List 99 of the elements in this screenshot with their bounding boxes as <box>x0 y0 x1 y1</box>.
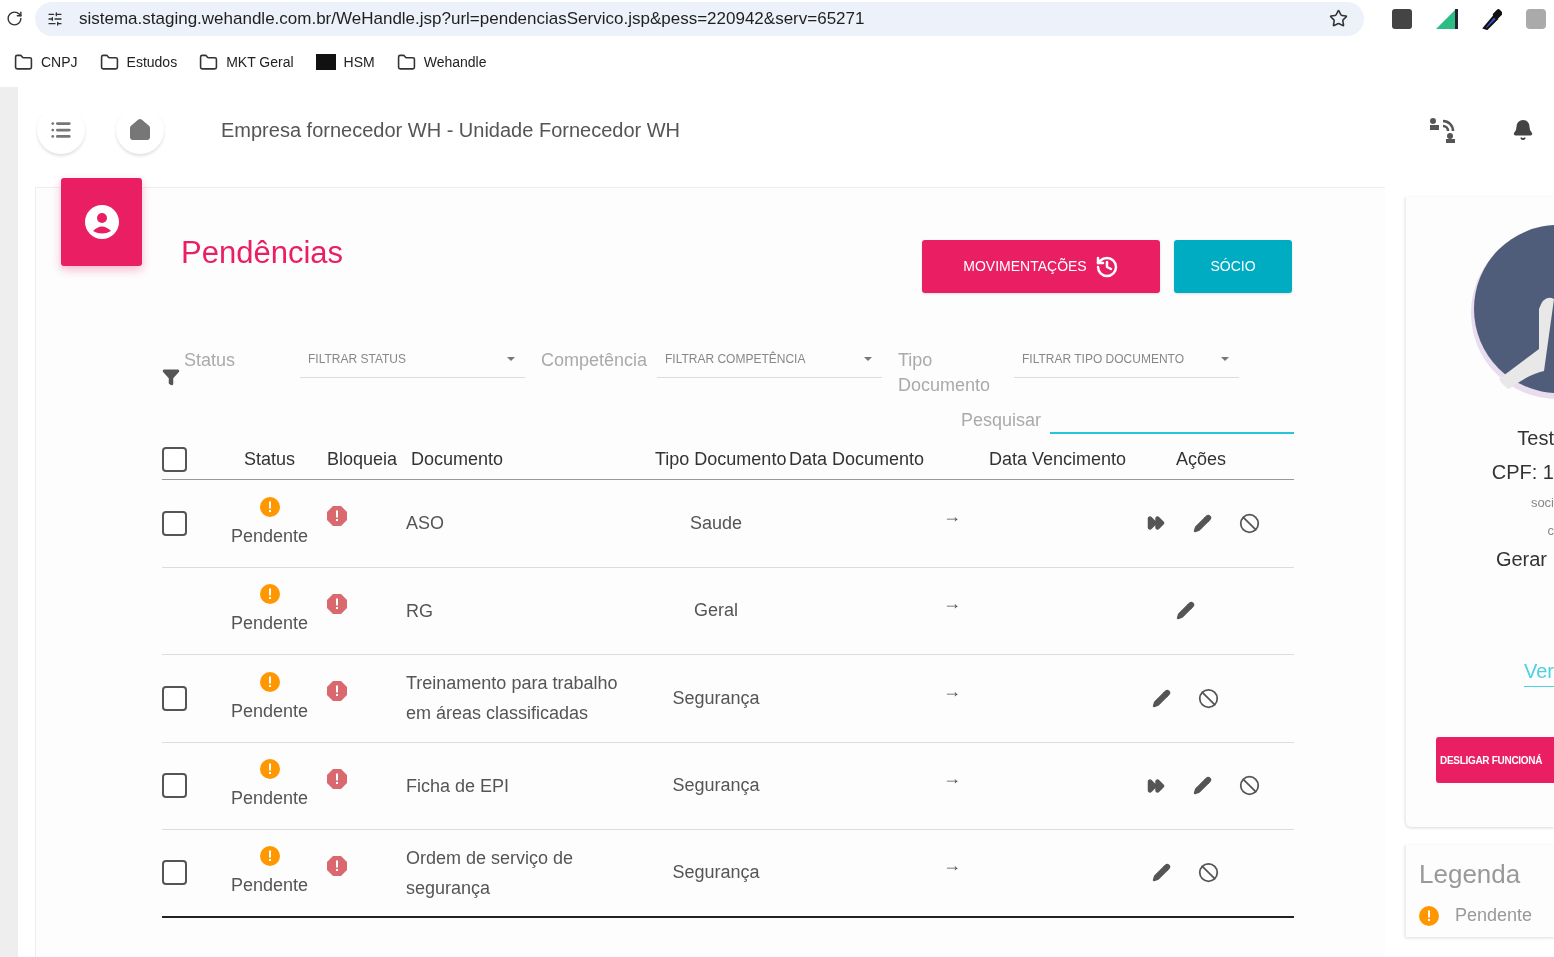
document-type: Segurança <box>672 686 760 710</box>
history-icon <box>1094 254 1119 279</box>
profile-role: soci <box>1530 494 1554 512</box>
alert-octagon-icon <box>327 768 347 789</box>
fast-forward-icon <box>1146 776 1165 795</box>
document-date: → <box>943 504 962 528</box>
legend-label: Pendente <box>1455 904 1533 927</box>
checkbox[interactable] <box>162 773 187 799</box>
caret-icon <box>864 356 872 361</box>
checkbox[interactable] <box>162 447 187 472</box>
document-type: Saude <box>689 511 743 535</box>
bookmark[interactable]: Wehandle <box>396 51 487 73</box>
home-button[interactable] <box>116 105 164 154</box>
pending-icon <box>259 496 280 517</box>
fast-forward-icon <box>1146 514 1165 533</box>
status-text: Pendente <box>230 699 309 723</box>
pencil-icon <box>1176 601 1195 621</box>
status-text: Pendente <box>230 787 309 811</box>
folder-icon <box>14 52 33 72</box>
movements-button[interactable]: MOVIMENTAÇÕES <box>922 240 1160 293</box>
address-bar[interactable]: sistema.staging.wehandle.com.br/WeHandle.jsp?url=pendenciasServico.jsp&pess=220942&serv=65271 <box>35 1 1364 36</box>
alert-octagon-icon <box>327 593 347 614</box>
home-icon <box>128 117 152 142</box>
dropper-icon[interactable] <box>1482 7 1502 30</box>
checkbox[interactable] <box>162 510 187 536</box>
star-icon[interactable] <box>1329 9 1348 28</box>
contactless-person-icon[interactable] <box>1429 116 1457 143</box>
bookmark[interactable]: CNPJ <box>14 51 78 73</box>
column-header: Status <box>244 448 295 471</box>
document-type: Geral <box>694 599 738 623</box>
pending-icon <box>259 671 280 692</box>
filter-label: Tipo Documento <box>898 349 992 397</box>
pending-icon <box>259 759 280 780</box>
document-name: Treinamento para trabalho em áreas classificadas <box>406 672 619 726</box>
user-icon <box>84 205 119 239</box>
column-header: Documento <box>411 448 505 471</box>
search-label: Pesquisar <box>960 408 1041 432</box>
folder-icon <box>396 52 416 72</box>
column-header: Data Vencimento <box>989 448 1128 471</box>
document-type: Segurança <box>672 774 760 798</box>
profile-name: Test <box>1517 426 1554 451</box>
filter-select[interactable]: FILTRAR COMPETÊNCIA <box>657 340 882 378</box>
checkbox[interactable] <box>162 685 187 711</box>
document-date: → <box>943 592 962 616</box>
company-title: Empresa fornecedor WH - Unidade Fornecedor WH <box>221 117 681 143</box>
document-type: Segurança <box>672 861 760 885</box>
document-extension-icon[interactable] <box>1392 8 1412 29</box>
bookmark[interactable]: MKT Geral <box>199 51 294 73</box>
status-text: Pendente <box>230 524 309 548</box>
folder-icon <box>199 52 219 72</box>
notification-icon[interactable] <box>1512 118 1534 141</box>
block-icon <box>1198 862 1219 884</box>
pencil-icon <box>1193 776 1212 796</box>
pending-icon <box>259 846 280 867</box>
alert-octagon-icon <box>327 681 347 702</box>
status-text: Pendente <box>230 612 309 636</box>
page-title: Pendências <box>181 234 343 273</box>
alert-octagon-icon <box>327 506 347 527</box>
filter-select[interactable]: FILTRAR STATUS <box>300 340 525 378</box>
document-date: → <box>943 854 962 878</box>
column-header: Data Documento <box>789 448 926 471</box>
site-info-icon[interactable] <box>47 10 63 27</box>
document-name: RG <box>406 599 434 623</box>
dismiss-employee-button[interactable]: DESLIGAR FUNCIONÁ <box>1436 737 1554 783</box>
document-name: ASO <box>406 512 445 536</box>
alert-octagon-icon <box>327 855 347 876</box>
filter-icon <box>162 368 180 386</box>
pending-icon <box>1419 905 1439 926</box>
profile-cpf: CPF: 1 <box>1491 460 1554 485</box>
column-header: Ações <box>1176 448 1228 471</box>
bookmark[interactable]: Estudos <box>99 51 178 73</box>
filter-label: Status <box>184 349 237 372</box>
triangle-extension-icon[interactable] <box>1436 8 1458 29</box>
document-name: Ordem de serviço de segurança <box>406 846 575 900</box>
checkbox[interactable] <box>162 860 187 886</box>
profile-detail: c <box>1547 521 1554 540</box>
document-name: Ficha de EPI <box>406 774 511 798</box>
bookmark[interactable]: HSM <box>315 51 375 73</box>
reload-icon[interactable] <box>6 10 23 27</box>
block-icon <box>1198 687 1219 709</box>
pencil-icon <box>1152 863 1171 883</box>
filter-label: Competência <box>541 349 649 372</box>
legend-title: Legenda <box>1419 858 1522 891</box>
pending-icon <box>259 584 280 605</box>
pencil-icon <box>1193 513 1212 533</box>
url-text: sistema.staging.wehandle.com.br/WeHandle.jsp?url=pendenciasServico.jsp&pess=220942&serv=65271 <box>79 7 866 30</box>
document-date: → <box>943 679 962 703</box>
generate-link[interactable]: Gerar <box>1495 544 1547 574</box>
block-icon <box>1239 775 1260 797</box>
document-date: → <box>943 767 962 791</box>
block-icon <box>1239 512 1260 534</box>
menu-button[interactable] <box>37 105 85 154</box>
site-icon <box>315 54 336 70</box>
pencil-icon <box>1152 688 1171 708</box>
caret-icon <box>1221 356 1229 361</box>
caret-icon <box>507 356 515 361</box>
folder-icon <box>99 52 119 72</box>
column-header: Bloqueia <box>327 448 399 471</box>
status-text: Pendente <box>230 874 309 898</box>
